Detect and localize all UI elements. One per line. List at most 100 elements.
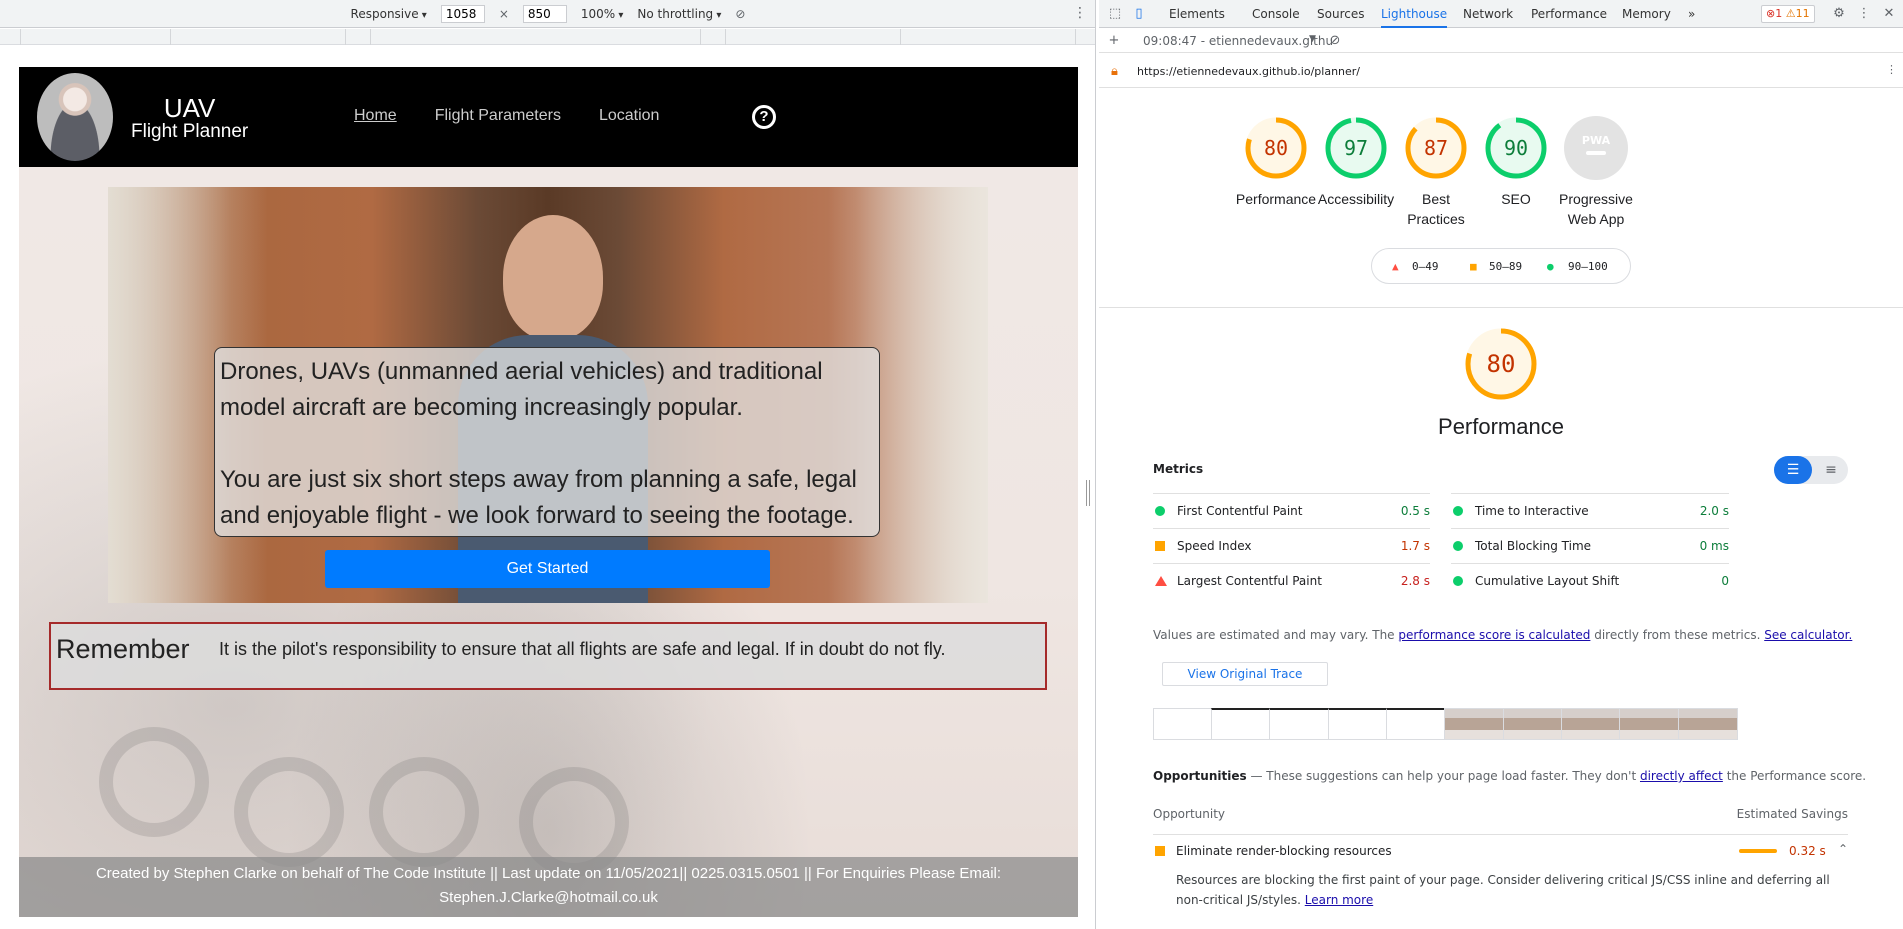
tab-lighthouse[interactable]: Lighthouse [1381,0,1448,28]
metric-name: Time to Interactive [1475,504,1589,518]
width-input[interactable] [440,4,485,23]
tab-elements[interactable]: Elements [1169,0,1225,28]
metric-row: Largest Contentful Paint 2.8 s [1153,563,1430,598]
audited-url[interactable]: https://etiennedevaux.github.io/planner/ [1137,65,1360,78]
pwa-badge-text: PWA [1582,134,1611,147]
remember-banner: Remember It is the pilot's responsibilit… [49,622,1047,690]
tab-network[interactable]: Network [1463,0,1513,28]
nav-home[interactable]: Home [354,107,397,125]
device-select[interactable]: Responsive [351,7,427,21]
filmstrip-frame [1211,708,1271,740]
gauge-label: Progressive Web App [1559,191,1633,227]
report-menu-icon[interactable]: ⋮ [1886,63,1897,76]
fail-triangle-icon [1155,576,1167,586]
legend-pass: 90–100 [1568,260,1608,273]
report-select[interactable]: 09:08:47 - etiennedevaux.githu [1143,34,1333,48]
dimension-separator: × [498,6,509,21]
gauge-label: Best Practices [1407,191,1465,227]
opportunities-desc: the Performance score. [1726,769,1867,783]
filmstrip-frame [1269,708,1329,740]
average-square-icon [1155,541,1165,551]
view-original-trace-button[interactable]: View Original Trace [1162,662,1328,686]
nav-location[interactable]: Location [599,107,660,125]
opportunities-heading: Opportunities — These suggestions can he… [1153,769,1866,783]
gauge-ring: 80 [1245,117,1307,179]
help-icon[interactable]: ? [752,105,776,129]
gauge-score: 90 [1504,136,1528,160]
issues-badge[interactable]: ⊗1 ⚠11 [1761,5,1815,23]
site-brand[interactable]: UAV Flight Planner [131,95,248,143]
height-input[interactable] [522,4,567,23]
metric-name: Total Blocking Time [1475,539,1592,553]
tab-console[interactable]: Console [1252,0,1300,28]
gauge-score: 87 [1424,136,1448,160]
gauge-ring: 90 [1485,117,1547,179]
learn-more-link[interactable]: Learn more [1305,893,1373,907]
expanded-view-icon[interactable]: ≡ [1814,456,1848,484]
metric-row: Cumulative Layout Shift 0 [1451,563,1729,598]
new-report-icon[interactable]: + [1106,33,1122,49]
legend-average: 50–89 [1489,260,1523,273]
savings-bar [1739,849,1777,853]
metric-row: Total Blocking Time 0 ms [1451,528,1729,563]
warning-icon: ⚠ [1785,7,1796,20]
filmstrip-frame [1619,708,1679,740]
site-menu: Home Flight Parameters Location [354,107,659,125]
logo-avatar[interactable] [37,73,113,161]
devtools-tabbar: ⬚ ▯ Elements Console Sources Lighthouse … [1099,0,1903,28]
metric-value: 2.0 s [1699,504,1729,518]
tab-performance[interactable]: Performance [1531,0,1607,28]
metric-view-toggle[interactable]: ☰ ≡ [1774,456,1848,484]
fail-triangle-icon: ▲ [1392,260,1399,273]
get-started-button[interactable]: Get Started [325,550,770,588]
close-icon[interactable]: ✕ [1881,6,1897,22]
more-tabs-icon[interactable]: » [1688,0,1695,28]
inspect-element-icon[interactable]: ⬚ [1107,6,1123,22]
directly-affect-link[interactable]: directly affect [1640,769,1723,783]
compact-view-icon[interactable]: ☰ [1774,456,1812,484]
pass-circle-icon: ● [1547,260,1554,273]
warning-count: 11 [1795,7,1810,20]
opportunity-desc-text: Resources are blocking the first paint o… [1176,873,1830,907]
intro-box: Drones, UAVs (unmanned aerial vehicles) … [214,347,880,537]
intro-paragraph: Drones, UAVs (unmanned aerial vehicles) … [220,358,823,421]
throttling-select[interactable]: No throttling [637,7,721,21]
settings-gear-icon[interactable]: ⚙ [1831,6,1847,22]
hero-person-head [503,215,603,340]
lock-icon: 🔒︎ [1111,64,1118,79]
pwa-icon: PWA [1564,116,1628,180]
nav-flight-parameters[interactable]: Flight Parameters [435,107,561,125]
tab-sources[interactable]: Sources [1317,0,1364,28]
brand-title: UAV [163,93,216,123]
zoom-select[interactable]: 100% [581,7,624,21]
resize-handle[interactable] [1086,480,1090,506]
metric-value: 0 ms [1699,539,1729,553]
media-query-ruler[interactable] [0,29,1095,45]
clear-icon[interactable]: ⊘ [1327,33,1343,49]
performance-section: 80 Performance Metrics ☰ ≡ First Content… [1099,310,1903,929]
pass-circle-icon [1453,506,1463,516]
gauge-score: 97 [1344,136,1368,160]
see-calculator-link[interactable]: See calculator. [1764,628,1852,642]
pass-circle-icon [1155,506,1165,516]
tab-memory[interactable]: Memory [1622,0,1671,28]
chevron-up-icon[interactable]: ⌃ [1838,842,1848,856]
gauge-ring: 97 [1325,117,1387,179]
filmstrip-frame [1444,708,1504,740]
col-savings: Estimated Savings [1736,807,1848,821]
remember-text: It is the pilot's responsibility to ensu… [219,639,946,659]
gauge-pwa[interactable]: PWA Progressive Web App [1546,115,1646,229]
chevron-down-icon[interactable]: ▼ [1309,34,1316,44]
intro-paragraph: You are just six short steps away from p… [220,466,857,529]
note-text: directly from these metrics. [1594,628,1761,642]
devtools-menu-icon[interactable]: ⋮ [1856,6,1872,22]
score-calculated-link[interactable]: performance score is calculated [1398,628,1590,642]
device-toggle-icon[interactable]: ▯ [1131,6,1147,22]
rotate-icon[interactable]: ⊘ [735,7,745,21]
filmstrip-frame [1503,708,1563,740]
background-wheel [369,757,479,867]
opportunity-row[interactable]: Eliminate render-blocking resources 0.32… [1153,834,1848,866]
average-square-icon: ■ [1470,260,1477,273]
more-options-icon[interactable]: ⋮ [1073,5,1087,21]
opportunity-columns: Opportunity Estimated Savings [1153,807,1848,821]
